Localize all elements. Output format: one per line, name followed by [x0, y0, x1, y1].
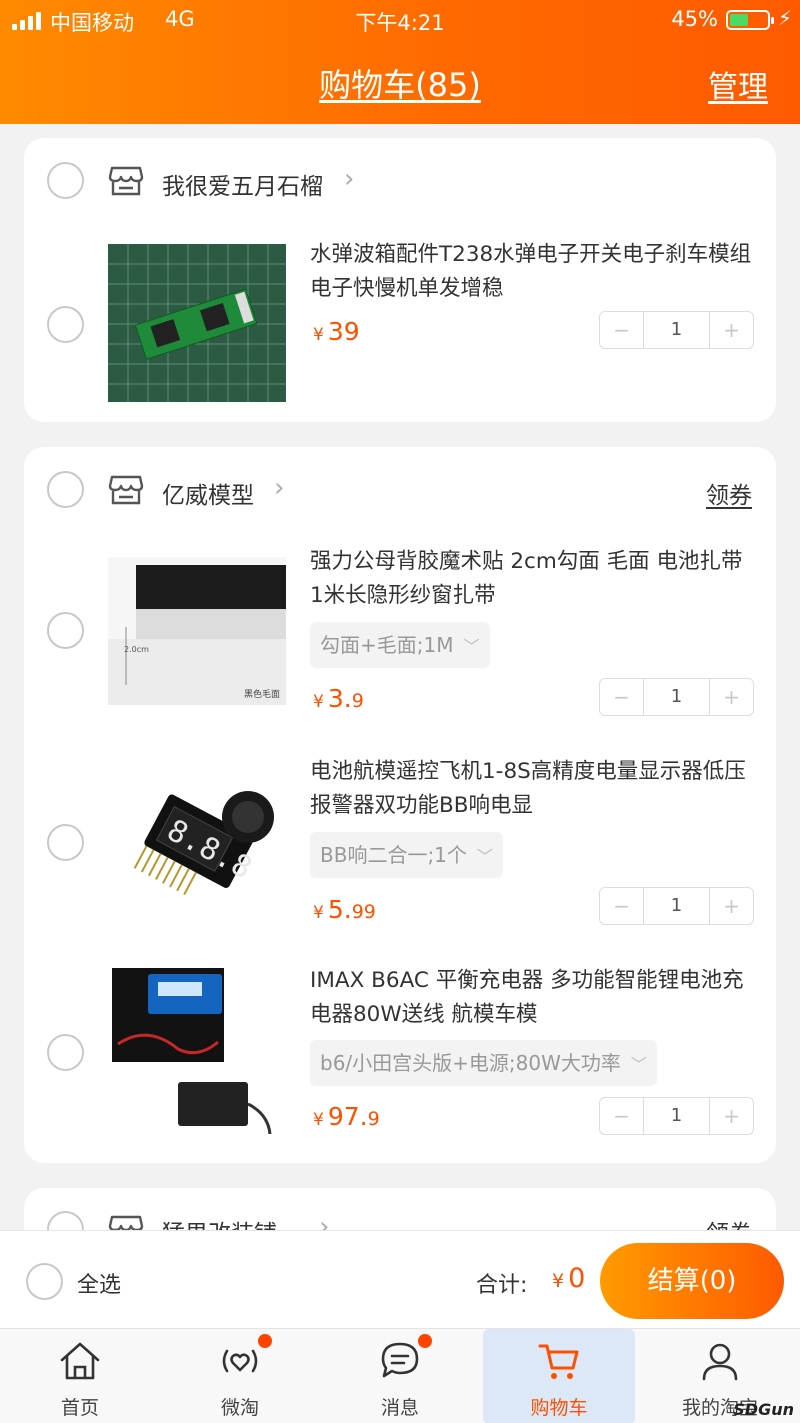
tab-label: 消息 — [380, 1397, 419, 1419]
decrease-button[interactable]: − — [600, 1098, 643, 1134]
decrease-button[interactable]: − — [600, 888, 643, 924]
quantity-value[interactable]: 1 — [643, 679, 710, 715]
image-caption: 2.0cm — [124, 645, 149, 654]
decrease-button[interactable]: − — [600, 679, 643, 715]
total-label: 合计: — [476, 1273, 528, 1298]
heart-signal-icon — [222, 1349, 258, 1373]
home-icon — [60, 1342, 100, 1380]
store-icon — [108, 475, 144, 505]
tab-messages[interactable]: 消息 — [320, 1329, 480, 1423]
item-select-radio[interactable] — [47, 1034, 84, 1071]
store-name[interactable]: 亿威模型 — [162, 476, 254, 510]
quantity-stepper: − 1 + — [599, 887, 754, 925]
charging-icon: ⚡ — [777, 6, 792, 30]
store-name[interactable]: 我很爱五月石榴 — [162, 167, 323, 201]
status-bar: 中国移动 4G 下午4:21 45% ⚡ — [0, 0, 800, 40]
product-image[interactable] — [108, 244, 286, 402]
sku-selector[interactable]: BB响二合一;1个 ﹀ — [310, 832, 503, 878]
watermark: SDGun — [733, 1400, 794, 1419]
checkout-bar: 全选 合计: ¥0 结算(0) — [0, 1230, 800, 1328]
tab-home[interactable]: 首页 — [0, 1329, 160, 1423]
store-select-radio[interactable] — [47, 162, 84, 199]
store-icon — [108, 166, 144, 196]
notification-badge — [418, 1334, 432, 1348]
page-title: 购物车(85) — [319, 66, 481, 104]
chevron-down-icon: ﹀ — [476, 847, 493, 866]
tab-cart[interactable]: 购物车 — [483, 1329, 635, 1423]
increase-button[interactable]: + — [710, 312, 753, 348]
product-image[interactable] — [108, 964, 286, 1142]
manage-button[interactable]: 管理 — [708, 62, 768, 106]
message-icon — [381, 1342, 419, 1378]
item-price: ¥39 — [313, 317, 360, 346]
quantity-stepper: − 1 + — [599, 1097, 754, 1135]
cart-item: IMAX B6AC 平衡充电器 多功能智能锂电池充电器80W送线 航模车模 b6… — [24, 964, 776, 1149]
quantity-value[interactable]: 1 — [643, 312, 710, 348]
item-title[interactable]: 电池航模遥控飞机1-8S高精度电量显示器低压报警器双功能BB响电显 — [310, 755, 755, 823]
product-image[interactable]: 8.8.8 — [108, 767, 286, 925]
tab-label: 微淘 — [220, 1397, 259, 1419]
total-amount: ¥0 — [552, 1263, 586, 1294]
item-title[interactable]: 水弹波箱配件T238水弹电子开关电子刹车模组电子快慢机单发增稳 — [310, 238, 755, 306]
chevron-right-icon[interactable]: › — [344, 164, 354, 194]
item-select-radio[interactable] — [47, 824, 84, 861]
image-caption: 黑色毛面 — [244, 690, 281, 700]
battery-icon — [726, 10, 774, 30]
item-title[interactable]: 强力公母背胶魔术贴 2cm勾面 毛面 电池扎带 1米长隐形纱窗扎带 — [310, 545, 755, 613]
chevron-right-icon[interactable]: › — [274, 473, 284, 503]
item-title[interactable]: IMAX B6AC 平衡充电器 多功能智能锂电池充电器80W送线 航模车模 — [310, 964, 755, 1032]
decrease-button[interactable]: − — [600, 312, 643, 348]
chevron-down-icon: ﹀ — [630, 1055, 647, 1074]
tab-label: 购物车 — [530, 1397, 588, 1419]
increase-button[interactable]: + — [710, 888, 753, 924]
cart-item: 水弹波箱配件T238水弹电子开关电子刹车模组电子快慢机单发增稳 ¥39 − 1 … — [24, 238, 776, 408]
bottom-tab-bar: 首页 微淘 消息 购物车 我的淘宝 — [0, 1328, 800, 1423]
item-price: ¥97.9 — [313, 1102, 380, 1131]
battery-percent: 45% — [671, 7, 718, 31]
item-select-radio[interactable] — [47, 612, 84, 649]
item-price: ¥3.9 — [313, 684, 364, 713]
cart-item: 8.8.8 电池航模遥控飞机1-8S高精度电量显示器低压报警器双功能BB响电显 … — [24, 755, 776, 935]
tab-label: 首页 — [60, 1397, 99, 1419]
sku-selector[interactable]: 勾面+毛面;1M ﹀ — [310, 622, 490, 668]
item-select-radio[interactable] — [47, 306, 84, 343]
select-all-radio[interactable] — [26, 1263, 63, 1300]
coupon-link[interactable]: 领券 — [706, 476, 752, 510]
tab-weitao[interactable]: 微淘 — [160, 1329, 320, 1423]
quantity-value[interactable]: 1 — [643, 888, 710, 924]
sku-selector[interactable]: b6/小田宫头版+电源;80W大功率 ﹀ — [310, 1040, 657, 1086]
increase-button[interactable]: + — [710, 679, 753, 715]
cart-icon — [538, 1344, 579, 1379]
checkout-button[interactable]: 结算(0) — [600, 1243, 784, 1319]
store-card: 我很爱五月石榴 › 水弹波箱配件T238水弹电子开关电子刹车模组电子快慢机单发增… — [24, 138, 776, 422]
chevron-down-icon: ﹀ — [463, 637, 480, 656]
top-bar: 中国移动 4G 下午4:21 45% ⚡ 购物车(85) 管理 — [0, 0, 800, 124]
item-price: ¥5.99 — [313, 895, 376, 924]
store-card: 亿威模型 › 领券 2.0cm 黑色毛面 强力公母背胶魔术贴 2cm勾面 毛面 … — [24, 447, 776, 1163]
notification-badge — [258, 1334, 272, 1348]
select-all-label[interactable]: 全选 — [77, 1267, 121, 1299]
product-image[interactable]: 2.0cm 黑色毛面 — [108, 557, 286, 705]
quantity-stepper: − 1 + — [599, 678, 754, 716]
quantity-value[interactable]: 1 — [643, 1098, 710, 1134]
increase-button[interactable]: + — [710, 1098, 753, 1134]
profile-icon — [702, 1343, 738, 1381]
store-select-radio[interactable] — [47, 471, 84, 508]
cart-item: 2.0cm 黑色毛面 强力公母背胶魔术贴 2cm勾面 毛面 电池扎带 1米长隐形… — [24, 545, 776, 716]
quantity-stepper: − 1 + — [599, 311, 754, 349]
